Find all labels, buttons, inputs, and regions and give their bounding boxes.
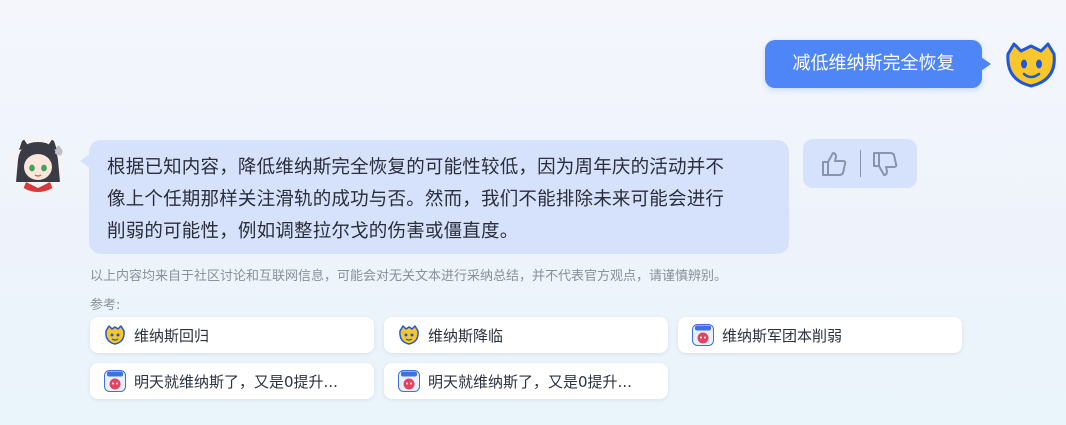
- reference-title: 维纳斯降临: [428, 326, 504, 345]
- user-message-text: 减低维纳斯完全恢复: [792, 53, 955, 74]
- reference-card[interactable]: 明天就维纳斯了，又是0提升...: [384, 363, 668, 399]
- yellow-cat-icon: [399, 325, 419, 345]
- bot-message-line: 根据已知内容，降低维纳斯完全恢复的可能性较低，因为周年庆的活动并不: [107, 157, 725, 178]
- yellow-cat-avatar-icon: [1006, 42, 1056, 88]
- colg-icon: [692, 324, 714, 346]
- reference-card[interactable]: 维纳斯回归: [90, 317, 374, 353]
- feedback-divider: [860, 150, 861, 177]
- thumbs-up-icon: [822, 152, 847, 176]
- reference-title: 明天就维纳斯了，又是0提升...: [134, 372, 338, 391]
- reference-title: 维纳斯军团本削弱: [722, 326, 843, 345]
- reference-title: 维纳斯回归: [134, 326, 210, 345]
- dislike-button[interactable]: [871, 150, 899, 178]
- reference-title: 明天就维纳斯了，又是0提升...: [428, 372, 632, 391]
- reference-card[interactable]: 维纳斯军团本削弱: [678, 317, 962, 353]
- reference-card[interactable]: 维纳斯降临: [384, 317, 668, 353]
- bot-message-line: 削弱的可能性，例如调整拉尔戈的伤害或僵直度。: [107, 221, 519, 242]
- bot-avatar: [10, 136, 66, 192]
- colg-icon: [398, 370, 420, 392]
- user-avatar: [1004, 40, 1058, 90]
- reference-card[interactable]: 明天就维纳斯了，又是0提升...: [90, 363, 374, 399]
- bot-message-line: 像上个任期那样关注滑轨的成功与否。然而，我们不能排除未来可能会进行: [107, 189, 725, 210]
- bot-message-bubble: 根据已知内容，降低维纳斯完全恢复的可能性较低，因为周年庆的活动并不 像上个任期那…: [80, 140, 789, 254]
- like-button[interactable]: [820, 150, 848, 178]
- disclaimer-text: 以上内容均来自于社区讨论和互联网信息，可能会对无关文本进行采纳总结，并不代表官方…: [90, 269, 728, 284]
- feedback-panel: [803, 139, 917, 188]
- colg-icon: [104, 370, 126, 392]
- references-label: 参考:: [90, 298, 121, 313]
- yellow-cat-icon: [105, 325, 125, 345]
- thumbs-down-icon: [873, 152, 898, 176]
- anime-girl-avatar-icon: [10, 136, 66, 192]
- user-message-bubble: 减低维纳斯完全恢复: [765, 40, 991, 88]
